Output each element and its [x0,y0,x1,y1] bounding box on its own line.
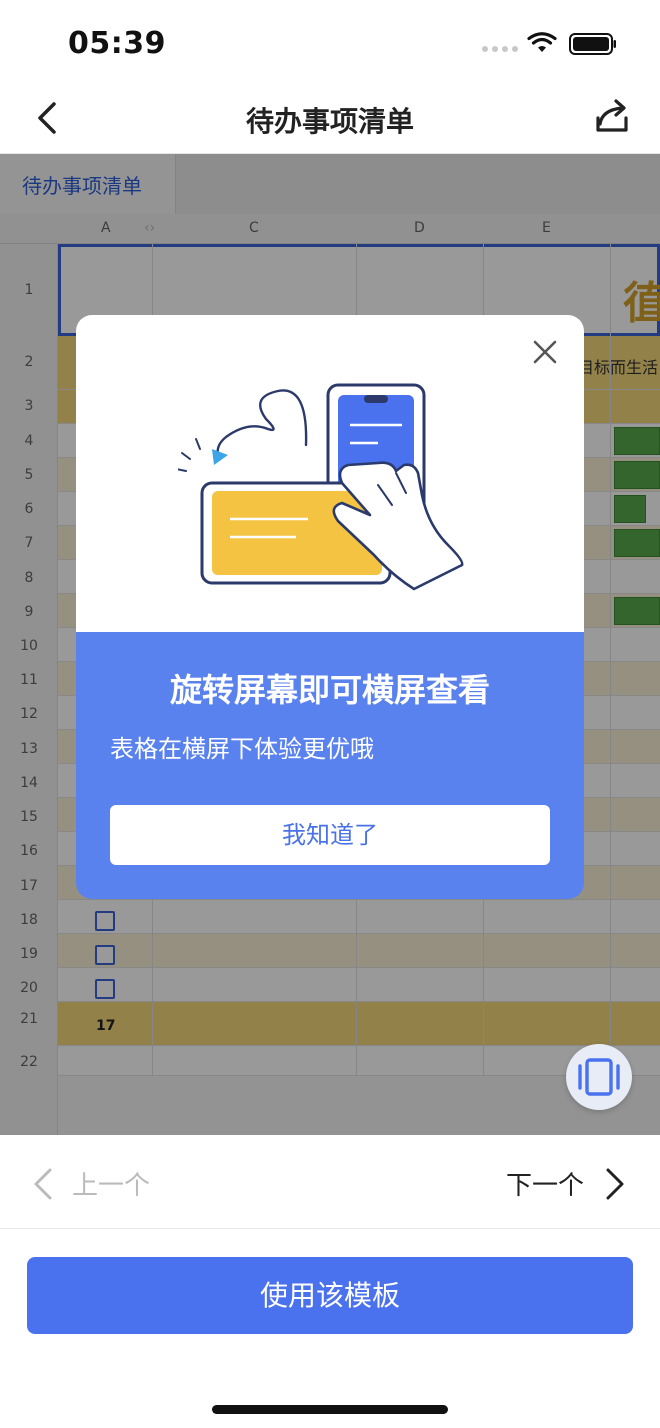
got-it-button[interactable]: 我知道了 [110,805,550,865]
battery-icon [569,33,616,55]
home-indicator[interactable] [212,1405,448,1414]
status-time: 05:39 [68,26,166,61]
status-bar: 05:39 [0,0,660,88]
rotate-phone-illustration [178,383,464,591]
rotate-hint-dialog: 旋转屏幕即可横屏查看 表格在横屏下体验更优哦 我知道了 [76,315,584,899]
template-pager: 上一个 下一个 [0,1135,660,1229]
chevron-right-icon[interactable] [604,1167,626,1201]
wifi-icon [527,32,557,52]
use-template-button[interactable]: 使用该模板 [27,1257,633,1334]
dialog-illustration-area [76,315,584,632]
next-button[interactable]: 下一个 [506,1165,584,1202]
navigation-bar: 待办事项清单 [0,88,660,154]
rotate-screen-button[interactable] [566,1044,632,1110]
dialog-description: 表格在横屏下体验更优哦 [110,735,374,763]
chevron-left-icon[interactable] [32,1167,54,1201]
rotate-screen-icon [578,1058,620,1096]
cellular-signal-icon [482,46,518,54]
page-title: 待办事项清单 [245,105,414,138]
close-icon[interactable] [530,337,560,367]
share-icon[interactable] [592,96,632,138]
previous-button[interactable]: 上一个 [72,1165,150,1202]
dialog-title: 旋转屏幕即可横屏查看 [169,671,490,709]
